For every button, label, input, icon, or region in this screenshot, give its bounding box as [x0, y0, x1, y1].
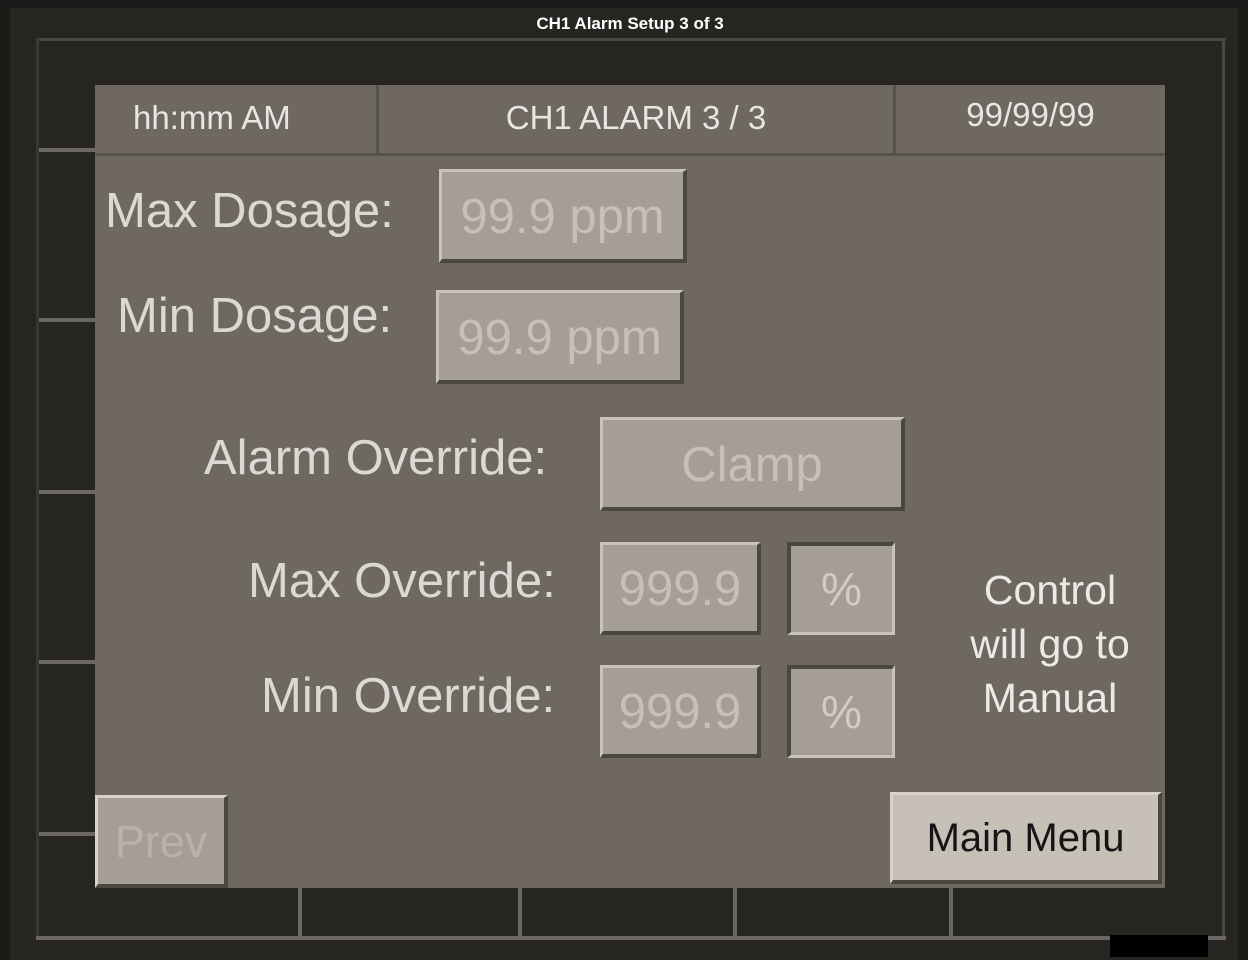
- softkey-marker: [39, 660, 96, 664]
- frame-line: [1222, 38, 1225, 938]
- max-override-unit[interactable]: %: [787, 542, 895, 635]
- max-dosage-label: Max Dosage:: [105, 184, 394, 238]
- screen-title: CH1 ALARM 3 / 3: [505, 99, 767, 136]
- alarm-override-label: Alarm Override:: [204, 431, 548, 485]
- frame-line: [36, 38, 39, 938]
- prev-button[interactable]: Prev: [95, 795, 228, 888]
- frame-line: [36, 38, 1226, 41]
- alarm-setup-screen: hh:mm AM CH1 ALARM 3 / 3 99/99/99 Max Do…: [95, 85, 1165, 888]
- min-override-field[interactable]: 999.9: [600, 665, 761, 758]
- main-menu-button[interactable]: Main Menu: [890, 792, 1162, 884]
- max-override-field[interactable]: 999.9: [600, 542, 761, 635]
- min-override-unit[interactable]: %: [787, 665, 895, 758]
- min-dosage-label: Min Dosage:: [117, 289, 393, 343]
- softkey-marker: [39, 318, 96, 322]
- softkey-marker: [39, 832, 96, 836]
- override-note: Control will go to Manual: [945, 563, 1155, 725]
- softkey-marker: [733, 888, 737, 936]
- date: 99/99/99: [966, 96, 1095, 133]
- max-override-label: Max Override:: [248, 554, 556, 608]
- clock: hh:mm AM: [133, 99, 291, 136]
- frame-line: [36, 936, 1226, 940]
- window-title: CH1 Alarm Setup 3 of 3: [536, 14, 724, 33]
- black-tab: [1110, 935, 1208, 957]
- min-override-label: Min Override:: [261, 669, 556, 723]
- note-line: Control: [983, 567, 1117, 613]
- softkey-marker: [298, 888, 302, 936]
- max-dosage-field[interactable]: 99.9 ppm: [439, 169, 687, 263]
- min-dosage-field[interactable]: 99.9 ppm: [436, 290, 684, 384]
- note-line: will go to: [970, 621, 1130, 667]
- alarm-override-select[interactable]: Clamp: [600, 417, 905, 511]
- softkey-marker: [39, 490, 96, 494]
- note-line: Manual: [982, 675, 1118, 721]
- softkey-marker: [949, 888, 953, 936]
- status-bar: hh:mm AM CH1 ALARM 3 / 3 99/99/99: [95, 85, 1165, 156]
- softkey-marker: [518, 888, 522, 936]
- softkey-marker: [39, 148, 96, 152]
